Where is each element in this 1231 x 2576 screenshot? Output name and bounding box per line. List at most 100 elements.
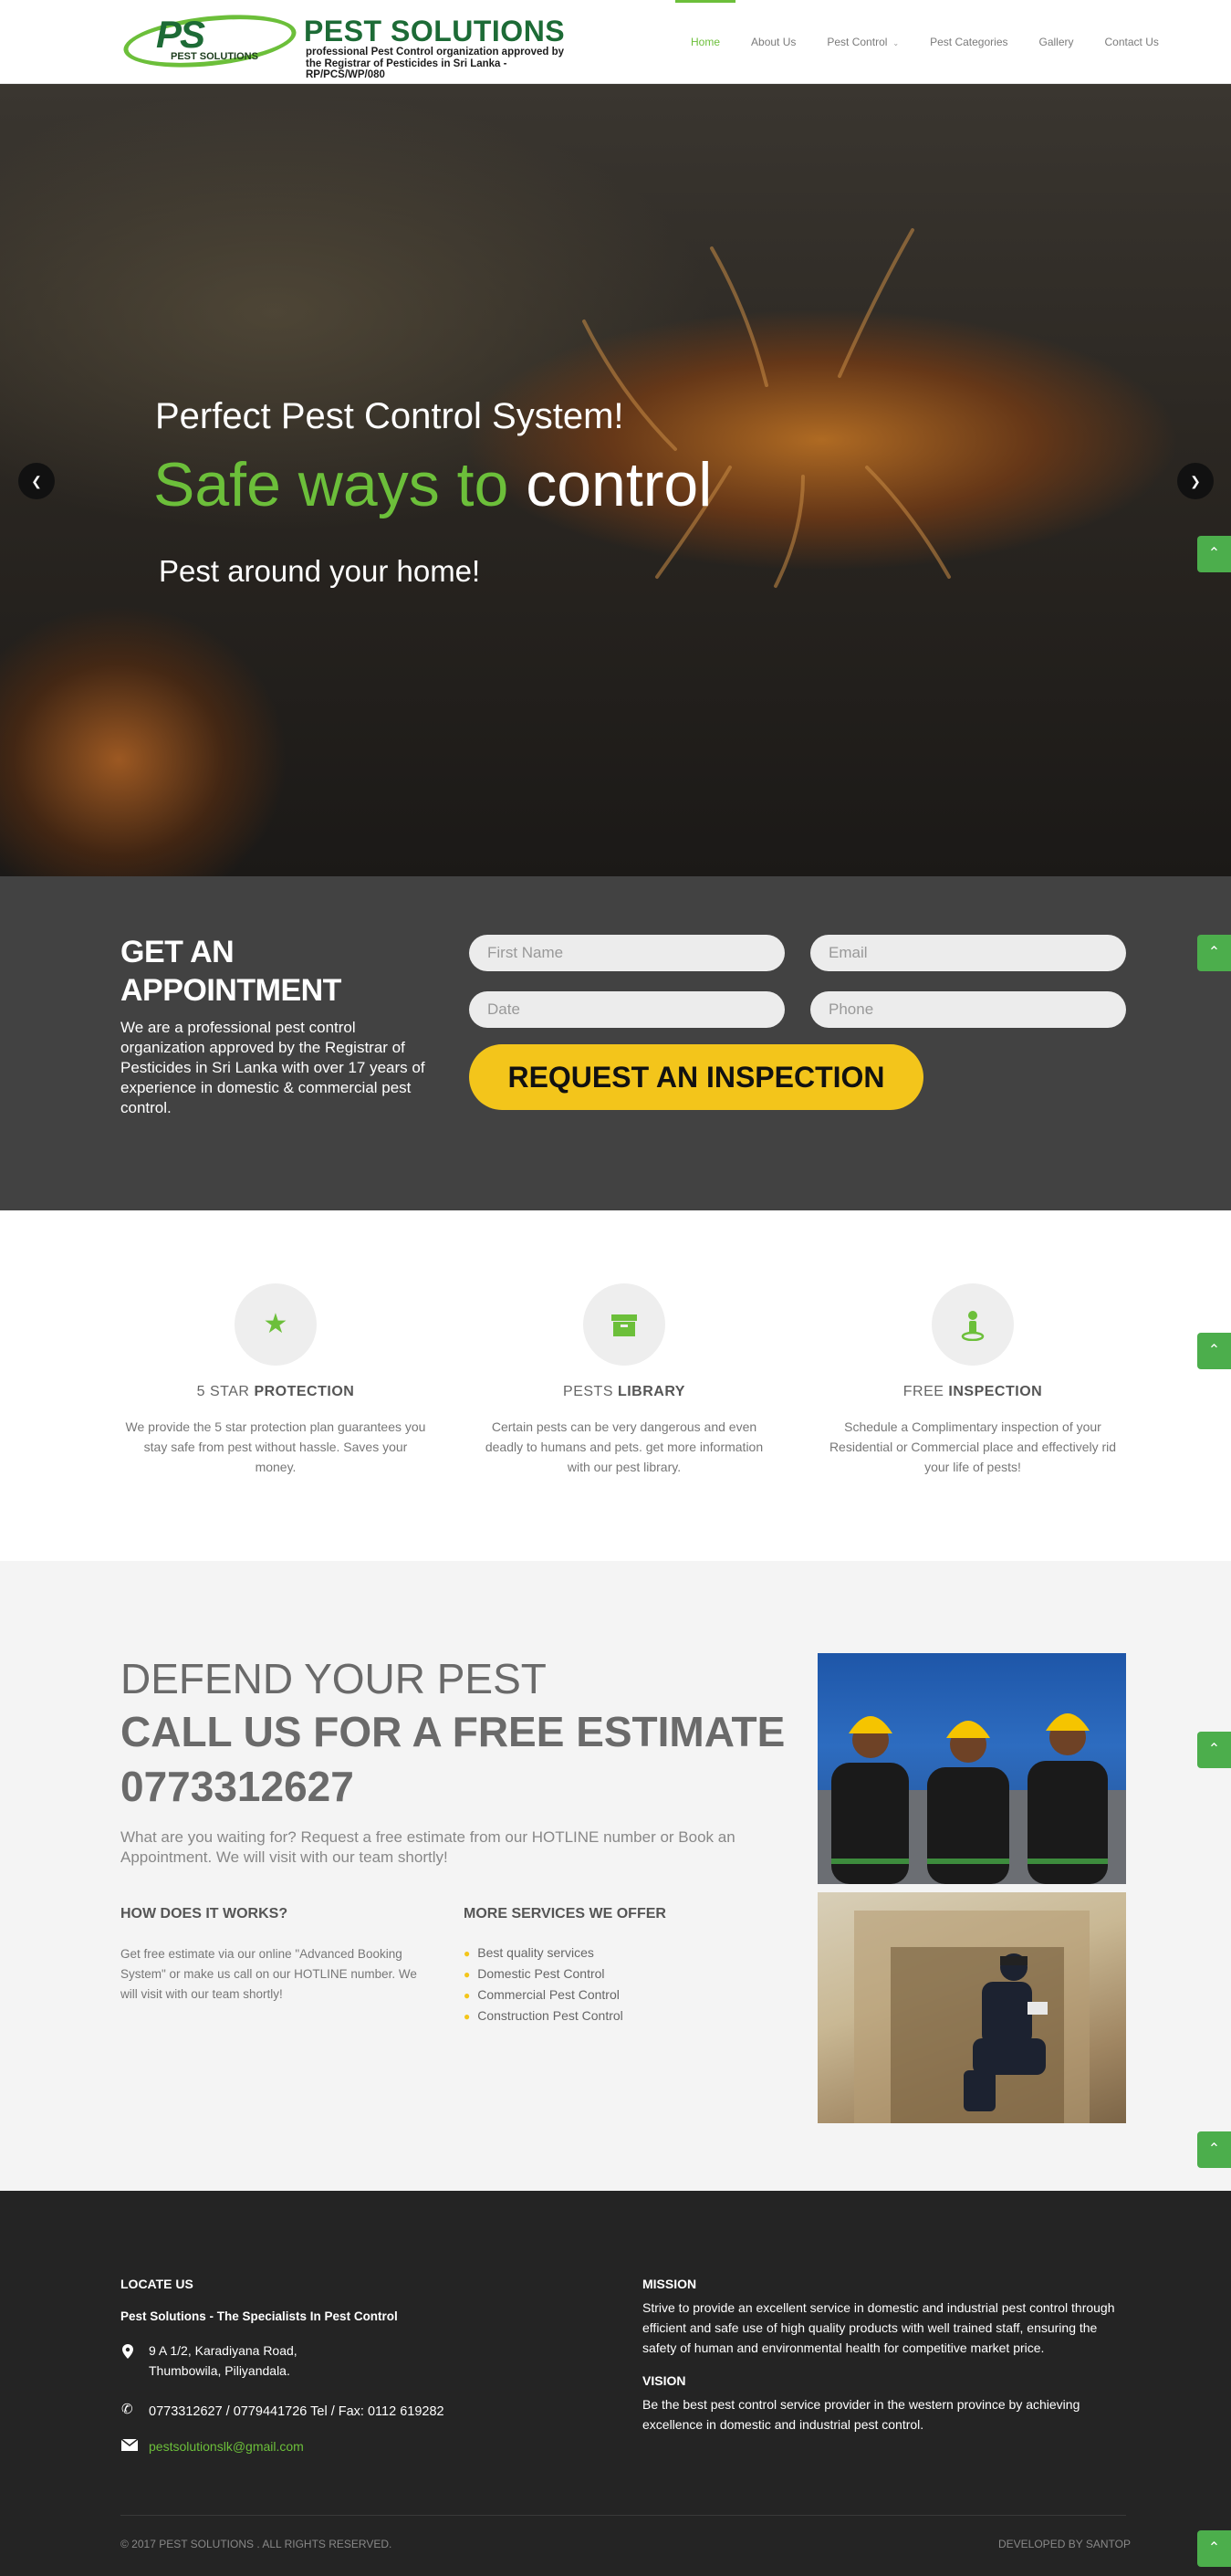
address-line-1: 9 A 1/2, Karadiyana Road, (149, 2343, 297, 2358)
feature-title-light: 5 STAR (196, 1384, 250, 1399)
estimate-cta-heading: CALL US FOR A FREE ESTIMATE (120, 1708, 786, 1755)
email-field[interactable]: Email (810, 935, 1126, 971)
estimate-text: What are you waiting for? Request a free… (120, 1828, 735, 1866)
slider-prev-button[interactable]: ❮ (18, 463, 55, 499)
lock-icon: ● (464, 2010, 471, 2023)
logo-mark-sub: PEST SOLUTIONS (171, 51, 258, 62)
chevron-up-icon: ⌃ (1207, 1343, 1221, 1358)
feature-text: Schedule a Complimentary inspection of y… (829, 1419, 1117, 1474)
features-section: ★ 5 STAR PROTECTION We provide the 5 sta… (0, 1210, 1231, 1561)
scroll-to-top-button[interactable]: ⌃ (1197, 536, 1231, 572)
chevron-down-icon: ⌄ (892, 39, 900, 47)
locate-us-title: LOCATE US (120, 2277, 193, 2291)
nav-contact-label: Contact Us (1104, 36, 1159, 48)
appointment-text: We are a professional pest control organ… (120, 1019, 425, 1116)
feature-title: 5 STAR PROTECTION (120, 1384, 431, 1400)
scroll-to-top-button[interactable]: ⌃ (1197, 1333, 1231, 1369)
scroll-to-top-button[interactable]: ⌃ (1197, 2530, 1231, 2567)
address-line-2: Thumbowila, Piliyandala. (149, 2363, 290, 2378)
services-title: MORE SERVICES WE OFFER (464, 1906, 666, 1922)
star-icon: ★ (235, 1283, 317, 1366)
mission-title: MISSION (642, 2277, 697, 2291)
map-marker-icon (122, 2344, 133, 2362)
vision-title: VISION (642, 2373, 686, 2388)
lock-icon: ● (464, 1989, 471, 2002)
site-footer: LOCATE US Pest Solutions - The Specialis… (0, 2191, 1231, 2576)
hero-title-green: Safe ways to (153, 450, 509, 519)
inspection-photo (818, 1892, 1126, 2123)
chevron-up-icon: ⌃ (1207, 546, 1221, 561)
feature-title: PESTS LIBRARY (469, 1384, 779, 1400)
vision-text: Be the best pest control service provide… (642, 2397, 1080, 2432)
scroll-to-top-button[interactable]: ⌃ (1197, 2131, 1231, 2168)
how-it-works-text: Get free estimate via our online "Advanc… (120, 1947, 417, 2001)
nav-contact-us[interactable]: Contact Us (1090, 0, 1174, 84)
footer-email-link[interactable]: pestsolutionslk@gmail.com (149, 2436, 304, 2456)
feature-protection: ★ 5 STAR PROTECTION We provide the 5 sta… (120, 1283, 431, 1477)
request-inspection-button[interactable]: REQUEST AN INSPECTION (469, 1044, 923, 1110)
chevron-up-icon: ⌃ (1207, 2540, 1221, 2556)
first-name-field[interactable]: First Name (469, 935, 785, 971)
nav-gallery[interactable]: Gallery (1024, 0, 1090, 84)
slider-next-button[interactable]: ❯ (1177, 463, 1214, 499)
logo-tagline-2: the Registrar of Pesticides in Sri Lanka… (306, 58, 507, 80)
list-item: ● Construction Pest Control (464, 2005, 623, 2026)
chevron-left-icon: ❮ (31, 474, 42, 488)
archive-icon (583, 1283, 665, 1366)
envelope-icon (120, 2438, 139, 2455)
hero-title: Safe ways to control (153, 449, 712, 520)
appointment-title: GET AN APPOINTMENT (120, 935, 341, 1008)
feature-library: PESTS LIBRARY Certain pests can be very … (469, 1283, 779, 1477)
phone-icon: ✆ (121, 2402, 133, 2417)
nav-home-label: Home (691, 36, 721, 48)
list-item: ● Domestic Pest Control (464, 1963, 623, 1984)
scroll-to-top-button[interactable]: ⌃ (1197, 935, 1231, 971)
logo-tagline-1: professional Pest Control organization a… (306, 47, 565, 58)
list-item: ● Commercial Pest Control (464, 1984, 623, 2005)
hero-headline: Perfect Pest Control System! (155, 396, 624, 436)
feature-title-light: FREE (902, 1384, 944, 1399)
estimate-heading: DEFEND YOUR PEST (120, 1655, 547, 1702)
chevron-up-icon: ⌃ (1207, 1742, 1221, 1757)
termite-illustration (582, 228, 951, 588)
feature-inspection: FREE INSPECTION Schedule a Complimentary… (818, 1283, 1128, 1477)
nav-home[interactable]: Home (675, 0, 736, 84)
how-it-works-title: HOW DOES IT WORKS? (120, 1906, 288, 1922)
nav-pest-control-label: Pest Control (827, 36, 888, 48)
feature-title: FREE INSPECTION (818, 1384, 1128, 1400)
chevron-up-icon: ⌃ (1207, 945, 1221, 960)
developer-credit[interactable]: DEVELOPED BY SANTOP (998, 2538, 1131, 2550)
phone-field[interactable]: Phone (810, 991, 1126, 1028)
footer-divider (120, 2515, 1126, 2516)
mission-text: Strive to provide an excellent service i… (642, 2300, 1115, 2355)
site-logo[interactable]: PS PEST SOLUTIONS PEST SOLUTIONS profess… (120, 7, 589, 80)
nav-about-us[interactable]: About Us (735, 0, 811, 84)
lock-icon: ● (464, 1947, 471, 1960)
inspector-icon (932, 1283, 1014, 1366)
feature-title-light: PESTS (563, 1384, 613, 1399)
nav-gallery-label: Gallery (1038, 36, 1074, 48)
feature-title-bold: PROTECTION (254, 1384, 355, 1399)
service-label: Construction Pest Control (477, 2008, 623, 2023)
hero-slider: Perfect Pest Control System! Safe ways t… (0, 84, 1231, 876)
service-label: Best quality services (477, 1945, 594, 1960)
services-list: ● Best quality services ● Domestic Pest Co… (464, 1942, 623, 2026)
scroll-to-top-button[interactable]: ⌃ (1197, 1732, 1231, 1768)
nav-about-label: About Us (751, 36, 797, 48)
feature-title-bold: INSPECTION (948, 1384, 1043, 1399)
main-nav: Home About Us Pest Control ⌄ Pest Categor… (675, 0, 1174, 84)
copyright-text: © 2017 PEST SOLUTIONS . ALL RIGHTS RESER… (120, 2538, 392, 2550)
date-field[interactable]: Date (469, 991, 785, 1028)
logo-oval (120, 7, 299, 75)
team-photo (818, 1653, 1126, 1884)
feature-text: Certain pests can be very dangerous and … (485, 1419, 764, 1474)
hero-subtitle: Pest around your home! (159, 554, 481, 588)
service-label: Domestic Pest Control (477, 1966, 605, 1981)
nav-pest-control[interactable]: Pest Control ⌄ (811, 0, 914, 84)
logo-title: PEST SOLUTIONS (304, 15, 566, 47)
hotline-number[interactable]: 0773312627 (120, 1762, 354, 1811)
hero-title-white: control (526, 450, 713, 519)
nav-pest-categories[interactable]: Pest Categories (914, 0, 1023, 84)
feature-title-bold: LIBRARY (617, 1384, 685, 1399)
service-label: Commercial Pest Control (477, 1987, 620, 2002)
